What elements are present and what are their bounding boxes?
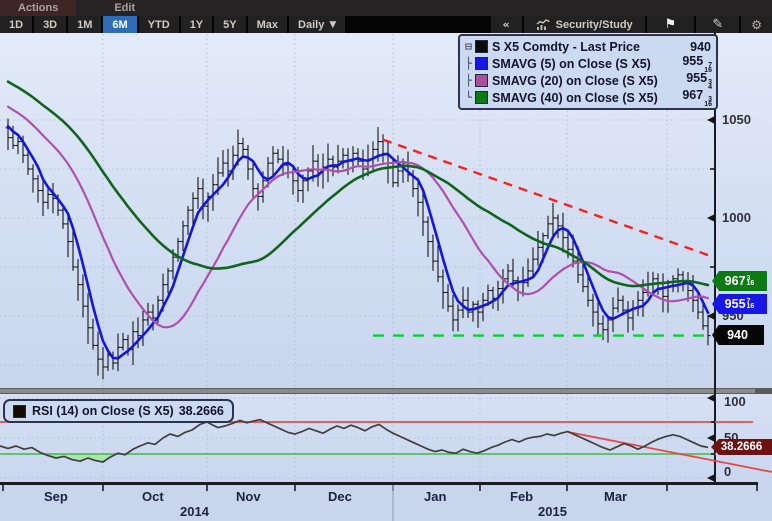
series-label: S X5 Comdty - Last Price <box>492 39 640 54</box>
menu-edit[interactable]: Edit <box>100 0 149 16</box>
tree-expander-icon[interactable]: ⊟ <box>462 40 475 53</box>
pencil-icon: ✎ <box>712 17 724 32</box>
price-tick-1000: 1000 <box>722 210 751 225</box>
menu-actions[interactable]: Actions <box>0 0 77 16</box>
gear-icon: ⚙ <box>751 17 762 32</box>
range-max-button[interactable]: Max <box>247 16 288 33</box>
menu-bar: Actions Edit <box>0 0 772 16</box>
series-swatch-last <box>475 40 488 53</box>
time-axis <box>0 482 772 521</box>
time-axis-line <box>0 482 758 485</box>
legend-row-smavg20[interactable]: ├ SMAVG (20) on Close (S X5) 955 3 4 <box>462 71 712 91</box>
range-ytd-button[interactable]: YTD <box>138 16 179 33</box>
year-label-2015: 2015 <box>538 504 567 519</box>
series-label: SMAVG (40) on Close (S X5) <box>492 90 658 105</box>
series-value: 967 <box>682 88 704 102</box>
range-6m-button[interactable]: 6M <box>103 16 137 33</box>
period-dropdown[interactable]: Daily ▼ <box>289 16 346 33</box>
series-value: 955 <box>682 54 704 68</box>
tree-branch-icon: ├ <box>465 57 472 70</box>
month-label-oct: Oct <box>142 489 164 504</box>
legend-row-smavg5[interactable]: ├ SMAVG (5) on Close (S X5) 955 7 16 <box>462 54 712 74</box>
rsi-label: RSI (14) on Close (S X5) <box>32 404 174 418</box>
series-value: 955 <box>686 71 708 85</box>
range-5y-button[interactable]: 5Y <box>214 16 246 33</box>
tree-branch-end-icon: └ <box>465 91 472 104</box>
annotate-button[interactable]: ✎ <box>696 16 740 33</box>
settings-button[interactable]: ⚙ <box>741 16 772 33</box>
collapse-button[interactable]: « <box>490 16 522 33</box>
rsi-swatch <box>13 404 26 418</box>
rsi-value: 38.2666 <box>178 404 224 418</box>
series-label: SMAVG (5) on Close (S X5) <box>492 56 651 71</box>
price-tag-last: 940 <box>712 325 764 345</box>
month-label-nov: Nov <box>236 489 261 504</box>
period-label: Daily <box>298 18 325 31</box>
chart-icon <box>536 18 550 30</box>
security-legend: ⊟ S X5 Comdty - Last Price 940 ├ SMAVG (… <box>458 34 718 110</box>
range-1d-button[interactable]: 1D <box>0 16 33 33</box>
month-label-dec: Dec <box>328 489 352 504</box>
range-3d-button[interactable]: 3D <box>34 16 67 33</box>
rsi-tick-100: 100 <box>724 394 746 409</box>
toolbar-right-group: « Security/Study ⚑ ✎ ⚙ <box>489 16 772 33</box>
month-label-mar: Mar <box>604 489 628 504</box>
rsi-value-tag: 38.2666 <box>711 439 772 455</box>
series-swatch-smavg40 <box>475 91 488 104</box>
flag-icon: ⚑ <box>664 17 677 32</box>
range-toolbar: 1D 3D 1M 6M YTD 1Y 5Y Max Daily ▼ « Secu… <box>0 16 772 33</box>
month-label-sep: Sep <box>44 489 68 504</box>
price-tick-1050: 1050 <box>722 112 751 127</box>
legend-row-last-price[interactable]: ⊟ S X5 Comdty - Last Price 940 <box>462 38 712 55</box>
range-1y-button[interactable]: 1Y <box>180 16 213 33</box>
range-1m-button[interactable]: 1M <box>68 16 102 33</box>
series-swatch-smavg20 <box>475 74 488 87</box>
price-tag-smavg40: 967 3 16 <box>712 271 767 291</box>
rsi-tick-0: 0 <box>724 464 732 479</box>
double-chevron-left-icon: « <box>502 18 510 31</box>
month-label-feb: Feb <box>510 489 534 504</box>
price-tag-smavg5: 955 7 16 <box>712 294 767 314</box>
series-swatch-smavg5 <box>475 57 488 70</box>
legend-row-smavg40[interactable]: └ SMAVG (40) on Close (S X5) 967 3 16 <box>462 88 712 108</box>
flag-button[interactable]: ⚑ <box>646 16 695 33</box>
security-study-button[interactable]: Security/Study <box>523 16 645 33</box>
series-label: SMAVG (20) on Close (S X5) <box>492 73 658 88</box>
rsi-legend[interactable]: RSI (14) on Close (S X5) 38.2666 <box>3 399 234 423</box>
security-study-label: Security/Study <box>555 18 633 31</box>
month-label-jan: Jan <box>424 489 447 504</box>
series-value: 940 <box>690 39 711 54</box>
year-label-2014: 2014 <box>180 504 209 519</box>
chevron-down-icon: ▼ <box>329 19 337 30</box>
terminal-window: Actions Edit 1D 3D 1M 6M YTD 1Y 5Y Max D… <box>0 0 772 521</box>
tree-branch-icon: ├ <box>465 74 472 87</box>
